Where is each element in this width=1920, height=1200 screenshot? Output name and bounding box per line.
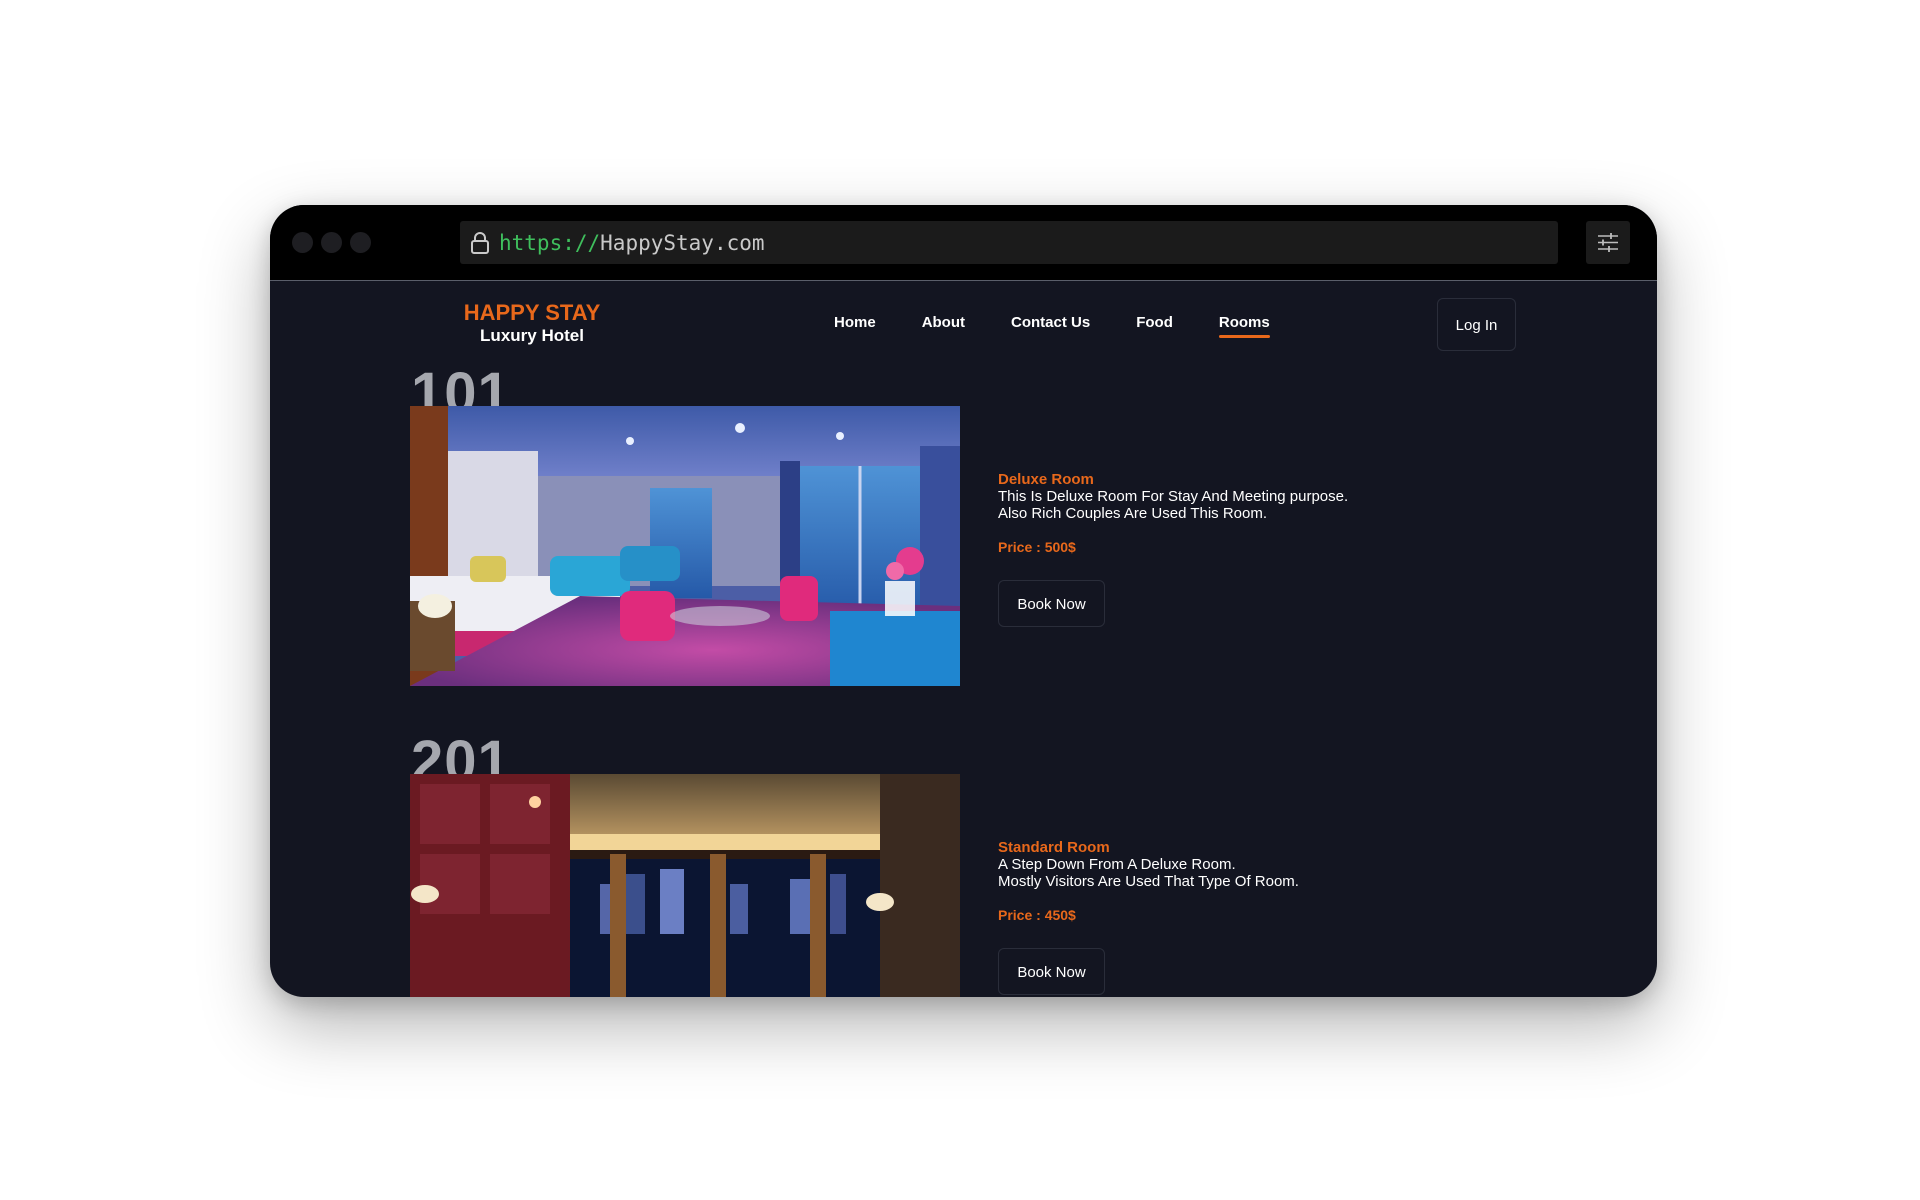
nav-rooms-link[interactable]: Rooms — [1218, 314, 1270, 338]
nav-about-link[interactable]: About — [922, 314, 965, 332]
room-price: Price : 450$ — [998, 907, 1076, 923]
address-bar[interactable]: https://HappyStay.com — [460, 221, 1558, 264]
room-photo-deluxe[interactable] — [410, 406, 960, 686]
standard-room-image — [410, 774, 960, 997]
room-description-line: A Step Down From A Deluxe Room. — [998, 856, 1236, 873]
url-text: https://HappyStay.com — [499, 230, 765, 256]
room-info: Deluxe Room This Is Deluxe Room For Stay… — [998, 471, 1348, 627]
brand-tagline: Luxury Hotel — [480, 326, 584, 345]
room-price: Price : 500$ — [998, 539, 1076, 555]
deluxe-room-image — [410, 406, 960, 686]
nav-menu: Home About Contact Us Food Rooms — [834, 314, 1270, 338]
browser-titlebar: https://HappyStay.com — [270, 205, 1657, 281]
url-host: HappyStay.com — [600, 231, 765, 255]
nav-home-link[interactable]: Home — [834, 314, 876, 332]
browser-window: https://HappyStay.com HAPPY STAY Luxury … — [270, 205, 1657, 997]
window-maximize-dot[interactable] — [350, 232, 371, 253]
book-now-button[interactable]: Book Now — [998, 580, 1105, 627]
brand-name: HAPPY STAY — [463, 300, 601, 325]
login-button[interactable]: Log In — [1437, 298, 1516, 351]
room-description-line: This Is Deluxe Room For Stay And Meeting… — [998, 488, 1349, 505]
window-minimize-dot[interactable] — [321, 232, 342, 253]
brand-logo[interactable]: HAPPY STAY Luxury Hotel — [462, 301, 602, 347]
room-description-line: Also Rich Couples Are Used This Room. — [998, 505, 1268, 522]
browser-settings-button[interactable] — [1586, 221, 1630, 264]
lock-icon — [471, 232, 489, 254]
window-close-dot[interactable] — [292, 232, 313, 253]
sliders-icon — [1598, 233, 1618, 252]
room-info: Standard Room A Step Down From A Deluxe … — [998, 839, 1299, 995]
nav-contact-link[interactable]: Contact Us — [1011, 314, 1090, 332]
room-photo-standard[interactable] — [410, 774, 960, 997]
site-navbar: HAPPY STAY Luxury Hotel Home About Conta… — [270, 281, 1657, 371]
book-now-button[interactable]: Book Now — [998, 948, 1105, 995]
room-title: Standard Room — [998, 839, 1110, 856]
room-title: Deluxe Room — [998, 471, 1094, 488]
room-description-line: Mostly Visitors Are Used That Type Of Ro… — [998, 873, 1299, 890]
nav-food-link[interactable]: Food — [1136, 314, 1173, 332]
url-scheme: https:// — [499, 231, 601, 255]
